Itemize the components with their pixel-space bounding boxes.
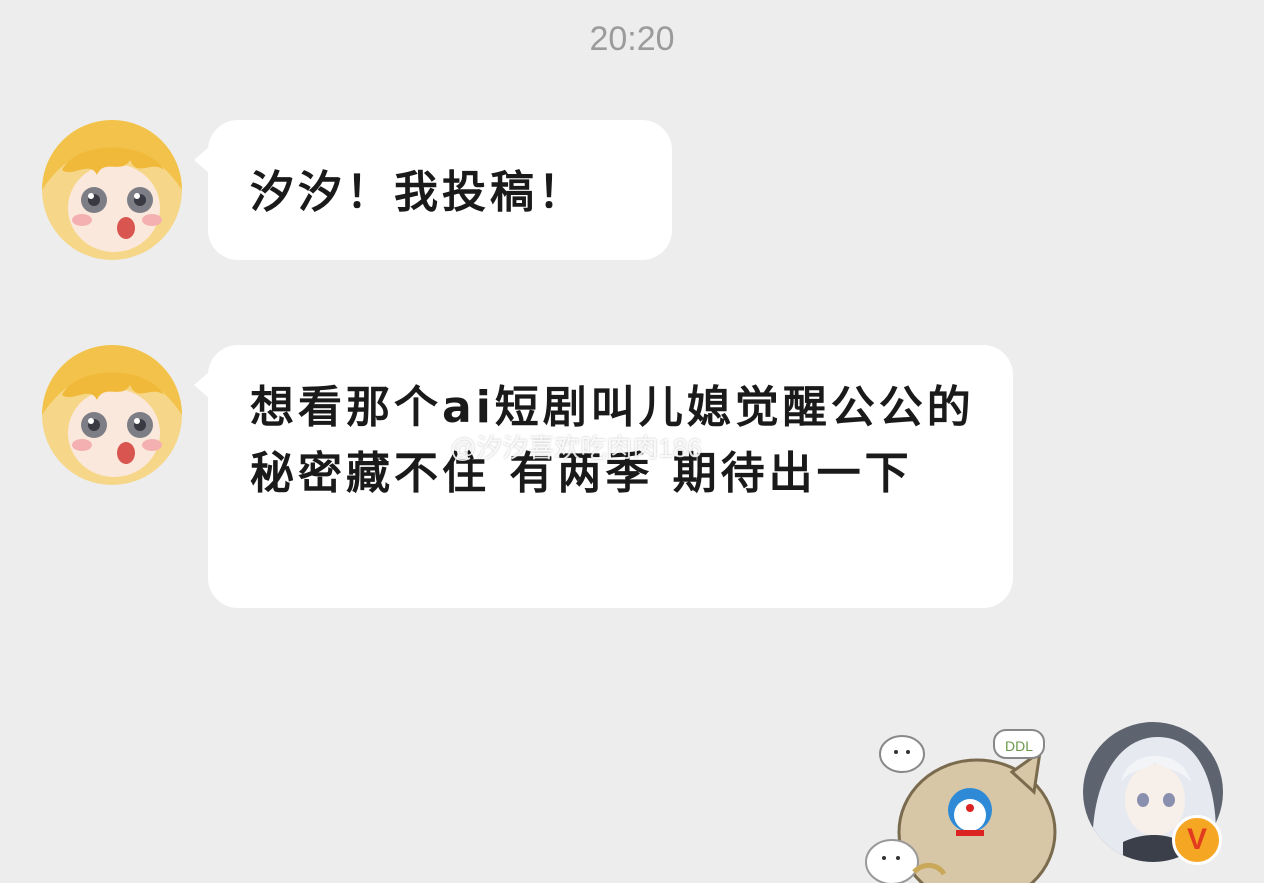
contact-avatar[interactable]: [42, 120, 182, 260]
cat-doraemon-sticker-icon: DDL: [865, 729, 1057, 883]
sticker-caption: DDL: [1005, 738, 1033, 754]
message-text: 汐汐！我投稿！: [250, 167, 586, 218]
chat-timestamp: 20:20: [589, 20, 675, 58]
anime-girl-avatar-icon: [42, 120, 182, 260]
message-bubble[interactable]: 汐汐！我投稿！: [194, 120, 672, 260]
vip-badge-icon: V: [1172, 815, 1222, 865]
weibo-watermark: @汐汐喜欢吃肉肉186: [450, 433, 702, 463]
message-bubble[interactable]: 想看那个ai短剧叫儿媳觉醒公公的秘密藏不住 有两季 期待出一下: [194, 345, 1013, 608]
sticker-message[interactable]: DDL: [862, 722, 1072, 883]
anime-girl-avatar-icon: [42, 345, 182, 485]
contact-avatar[interactable]: [42, 345, 182, 485]
